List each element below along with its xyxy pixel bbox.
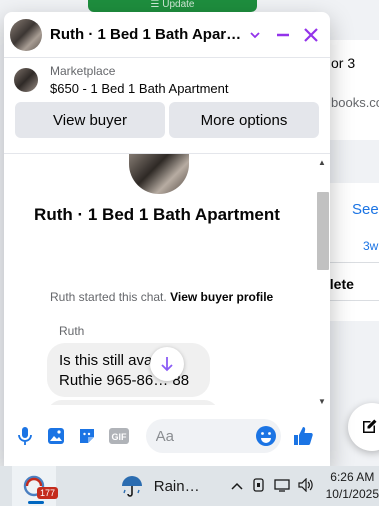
new-message-button[interactable] (348, 403, 379, 451)
svg-text:GIF: GIF (111, 432, 127, 442)
conversation-avatar (129, 154, 189, 194)
see-link[interactable]: See (352, 201, 379, 218)
more-options-button[interactable]: More options (169, 102, 319, 138)
volume-icon[interactable] (298, 477, 314, 495)
chevron-up-icon[interactable] (230, 478, 244, 494)
message-input-container[interactable] (145, 419, 281, 453)
chevron-down-icon[interactable] (244, 24, 266, 46)
active-indicator (28, 501, 44, 504)
background-link[interactable]: books.co (331, 95, 379, 110)
arrow-down-icon (161, 357, 173, 372)
chat-header[interactable]: Ruth · 1 Bed 1 Bath Apartm… (4, 12, 330, 58)
weather-widget[interactable]: Rain… (120, 474, 200, 498)
scrollbar-thumb[interactable] (317, 192, 329, 270)
clock[interactable]: 6:26 AM 10/1/2025 (326, 469, 379, 503)
conversation-title: Ruth · 1 Bed 1 Bath Apartment (34, 205, 280, 224)
emoji-icon[interactable] (255, 425, 277, 447)
time-link[interactable]: 3w (363, 239, 378, 253)
messenger-chat-window: Ruth · 1 Bed 1 Bath Apartm… Marketplace … (4, 12, 330, 466)
minimize-icon[interactable] (272, 24, 294, 46)
view-buyer-button[interactable]: View buyer (15, 102, 165, 138)
marketplace-listing[interactable]: Marketplace $650 - 1 Bed 1 Bath Apartmen… (4, 58, 330, 102)
photo-icon[interactable] (43, 423, 68, 449)
started-text: Ruth started this chat. (50, 290, 167, 304)
thumbs-up-icon[interactable] (291, 423, 316, 449)
chat-title[interactable]: Ruth · 1 Bed 1 Bath Apartm… (50, 26, 244, 43)
system-tray (230, 477, 314, 496)
listing-thumbnail (14, 68, 38, 92)
notification-badge: 177 (37, 487, 59, 499)
compose-icon (363, 419, 377, 433)
scroll-to-bottom-button[interactable] (150, 347, 184, 381)
scroll-down-arrow[interactable]: ▼ (318, 397, 326, 405)
network-icon[interactable] (273, 478, 290, 495)
meet-icon[interactable] (252, 477, 266, 496)
rain-umbrella-icon (121, 476, 142, 497)
weather-label: Rain… (153, 477, 200, 495)
close-icon[interactable] (300, 24, 322, 46)
sticker-icon[interactable] (75, 423, 100, 449)
microphone-icon[interactable] (12, 423, 37, 449)
message-bubble[interactable] (47, 400, 219, 405)
view-buyer-profile-link[interactable]: View buyer profile (170, 290, 273, 304)
message-composer: GIF (4, 416, 330, 456)
chat-started-notice: Ruth started this chat. View buyer profi… (50, 290, 273, 304)
taskbar-app-button[interactable]: 177 (12, 466, 59, 506)
update-banner[interactable]: ☰ Update (88, 0, 257, 12)
sender-name: Ruth (59, 324, 85, 338)
message-list[interactable]: Ruth · 1 Bed 1 Bath Apartment Ruth start… (4, 153, 330, 405)
scrollbar[interactable]: ▲ ▼ (316, 154, 329, 405)
marketplace-label: Marketplace (50, 64, 116, 78)
avatar[interactable] (10, 18, 42, 51)
message-input[interactable] (155, 427, 256, 445)
background-text: or 3 (331, 55, 356, 71)
date: 10/1/2025 (325, 487, 379, 501)
scroll-up-arrow[interactable]: ▲ (318, 158, 326, 167)
message-bubble[interactable]: Is this still ava… ? Ruthie 965-86… 88 (47, 343, 210, 397)
time: 6:26 AM (330, 470, 375, 484)
gif-icon[interactable]: GIF (106, 423, 131, 449)
listing-title: $650 - 1 Bed 1 Bath Apartment (50, 81, 229, 96)
taskbar: 177 Rain… 6:26 AM 10/1/2025 (0, 466, 379, 506)
